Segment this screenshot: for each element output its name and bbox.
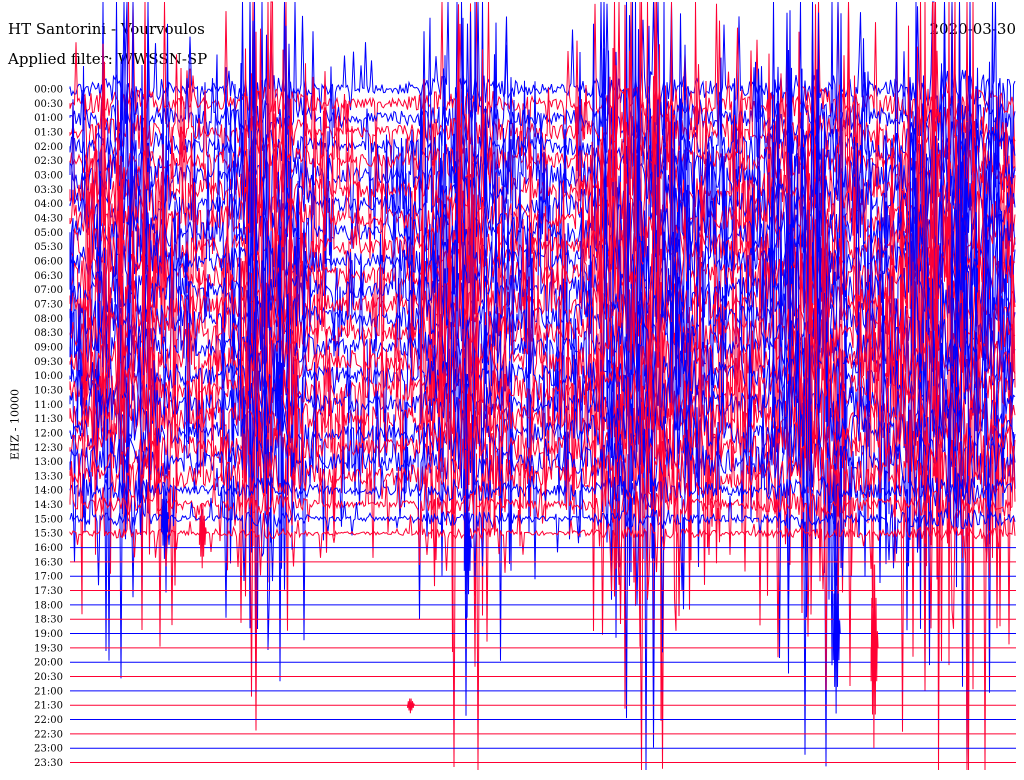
row-tick-label: 08:30 [34, 328, 63, 339]
row-tick-label: 07:00 [34, 285, 63, 296]
row-tick-label: 12:30 [34, 443, 63, 454]
row-tick-label: 07:30 [34, 299, 63, 310]
row-tick-label: 19:30 [34, 643, 63, 654]
row-tick-label: 05:30 [34, 242, 63, 253]
row-tick-label: 15:30 [34, 529, 63, 540]
row-tick-label: 17:30 [34, 586, 63, 597]
row-tick-label: 22:00 [34, 715, 63, 726]
row-tick-label: 03:00 [34, 170, 63, 181]
row-tick-label: 05:00 [34, 228, 63, 239]
row-tick-label: 00:30 [34, 99, 63, 110]
row-tick-label: 09:00 [34, 342, 63, 353]
row-tick-label: 08:00 [34, 314, 63, 325]
row-tick-label: 03:30 [34, 185, 63, 196]
row-tick-label: 13:30 [34, 471, 63, 482]
row-tick-label: 02:00 [34, 142, 63, 153]
row-tick-label: 23:00 [34, 744, 63, 755]
row-tick-label: 10:00 [34, 371, 63, 382]
event-2130 [407, 698, 416, 714]
row-tick-label: 22:30 [34, 729, 63, 740]
row-tick-label: 02:30 [34, 156, 63, 167]
row-tick-label: 14:30 [34, 500, 63, 511]
row-tick-label: 19:00 [34, 629, 63, 640]
event-1530 [198, 504, 207, 569]
row-tick-label: 21:00 [34, 686, 63, 697]
row-tick-label: 09:30 [34, 357, 63, 368]
row-tick-label: 01:00 [34, 113, 63, 124]
row-tick-label: 11:00 [34, 400, 63, 411]
row-tick-label: 23:30 [34, 758, 63, 769]
row-tick-label: 20:00 [34, 658, 63, 669]
row-tick-label: 15:00 [34, 514, 63, 525]
row-tick-label: 06:00 [34, 256, 63, 267]
row-tick-label: 12:00 [34, 428, 63, 439]
row-tick-label: 04:30 [34, 213, 63, 224]
row-tick-label: 16:30 [34, 557, 63, 568]
row-tick-label: 14:00 [34, 486, 63, 497]
row-tick-label: 17:00 [34, 572, 63, 583]
seismogram-plot: 00:00 00:30 01:00 01:30 02:00 02:30 03:00 03:30… [34, 1, 1016, 771]
row-tick-label: 00:00 [34, 85, 63, 96]
row-tick-label: 06:30 [34, 271, 63, 282]
row-tick-label: 18:30 [34, 615, 63, 626]
row-tick-label: 01:30 [34, 127, 63, 138]
row-tick-label: 04:00 [34, 199, 63, 210]
row-tick-label: 16:00 [34, 543, 63, 554]
row-tick-label: 18:00 [34, 600, 63, 611]
row-tick-label: 20:30 [34, 672, 63, 683]
tick-label-layer: 00:00 00:30 01:00 01:30 02:00 02:30 03:00 03:30… [34, 85, 63, 770]
row-tick-label: 10:30 [34, 385, 63, 396]
row-tick-label: 13:00 [34, 457, 63, 468]
row-tick-label: 11:30 [34, 414, 63, 425]
trace-layer [69, 1, 1016, 771]
row-tick-label: 21:30 [34, 701, 63, 712]
